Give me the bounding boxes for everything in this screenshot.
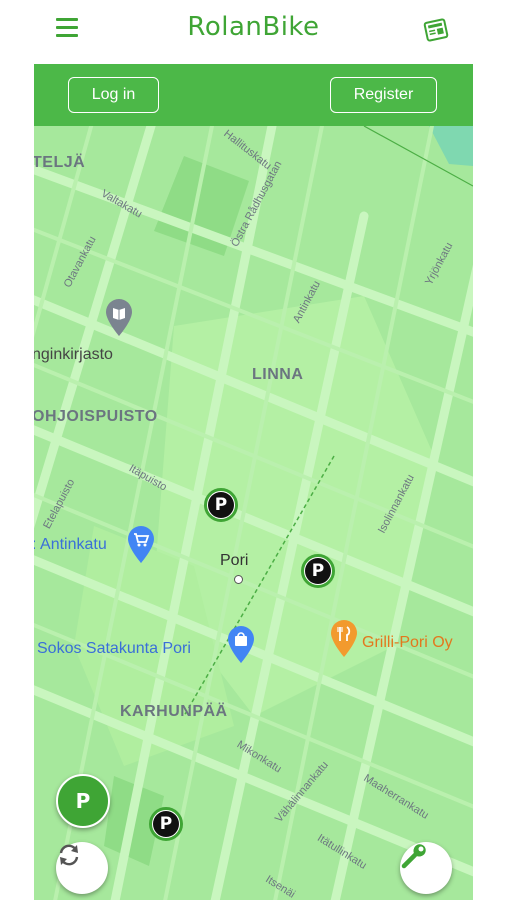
parking-marker[interactable]: P <box>149 807 183 841</box>
antinkatu-text: Antinkatu <box>40 536 107 553</box>
auth-bar: Log in Register <box>34 64 473 126</box>
parking-marker[interactable]: P <box>301 554 335 588</box>
library-label: nginkirjasto <box>34 346 113 363</box>
sokos-label: Sokos Satakunta Pori <box>37 640 191 657</box>
refresh-icon <box>59 844 79 866</box>
tools-button[interactable] <box>400 842 452 894</box>
district-label: TELJÄ <box>34 154 86 171</box>
map-view[interactable]: TELJÄ LINNA OHJOISPUISTO KARHUNPÄÄ Halli… <box>34 126 473 900</box>
parking-marker[interactable]: P <box>204 488 238 522</box>
city-label: Pori <box>220 552 249 569</box>
district-label: OHJOISPUISTO <box>34 408 158 425</box>
parking-marker-label: P <box>305 558 331 584</box>
parking-filter-label: P <box>75 789 91 813</box>
parking-marker-label: P <box>153 811 179 837</box>
antinkatu-label: : Antinkatu <box>34 536 107 554</box>
parking-marker-label: P <box>208 492 234 518</box>
district-label: KARHUNPÄÄ <box>120 703 228 720</box>
grilli-label: Grilli-Pori Oy <box>362 634 453 651</box>
app-header: RolanBike <box>0 0 507 62</box>
refresh-button[interactable] <box>56 842 108 894</box>
wrench-icon <box>401 844 426 869</box>
newspaper-icon[interactable] <box>421 16 451 44</box>
register-button[interactable]: Register <box>330 77 437 113</box>
parking-filter-button[interactable]: P <box>56 774 110 828</box>
district-label: LINNA <box>252 366 304 383</box>
login-button[interactable]: Log in <box>68 77 159 113</box>
city-dot-icon <box>234 575 243 584</box>
